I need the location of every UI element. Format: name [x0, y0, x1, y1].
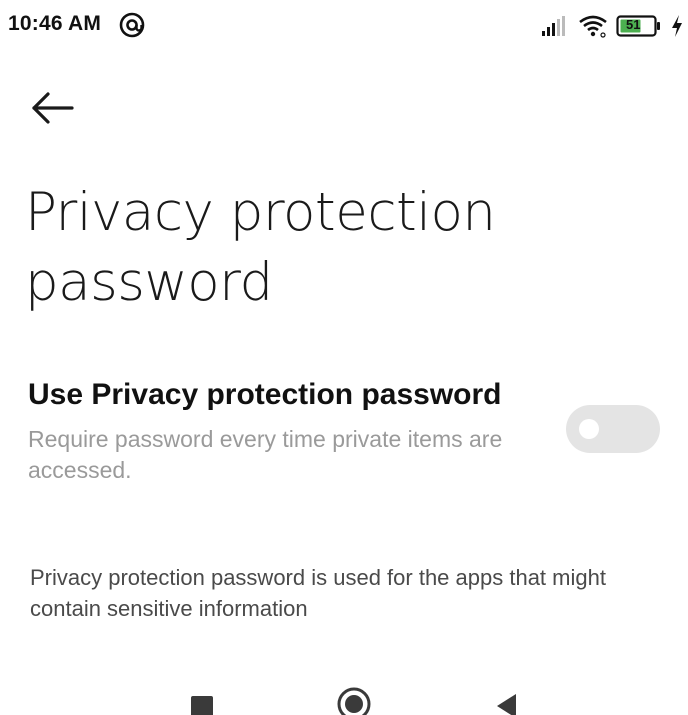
back-button[interactable] — [26, 82, 78, 134]
status-time: 10:46 AM — [8, 12, 102, 35]
home-circle-icon[interactable] — [336, 686, 372, 715]
setting-description: Require password every time private item… — [28, 426, 503, 483]
recents-square-icon[interactable] — [191, 696, 213, 715]
charging-bolt-icon — [672, 15, 682, 37]
status-icons: 51 — [540, 12, 684, 40]
status-bar: 10:46 AM 51 — [0, 0, 688, 56]
screen: 10:46 AM 51 Privacy protection password … — [0, 0, 688, 715]
battery-icon: 51 — [616, 15, 662, 37]
privacy-password-toggle[interactable] — [566, 405, 660, 453]
battery-level: 51 — [626, 17, 641, 32]
page-title: Privacy protection password — [25, 182, 496, 313]
wifi-icon — [579, 15, 607, 38]
setting-title: Use Privacy protection password — [28, 378, 502, 411]
arrow-left-icon — [32, 92, 74, 124]
privacy-password-setting-row[interactable]: Use Privacy protection password Require … — [0, 372, 688, 492]
at-sign-icon — [119, 12, 145, 38]
toggle-knob — [579, 419, 599, 439]
signal-icon — [542, 16, 565, 36]
back-triangle-icon[interactable] — [494, 692, 518, 715]
info-text: Privacy protection password is used for … — [30, 565, 606, 621]
navigation-bar — [0, 678, 688, 715]
